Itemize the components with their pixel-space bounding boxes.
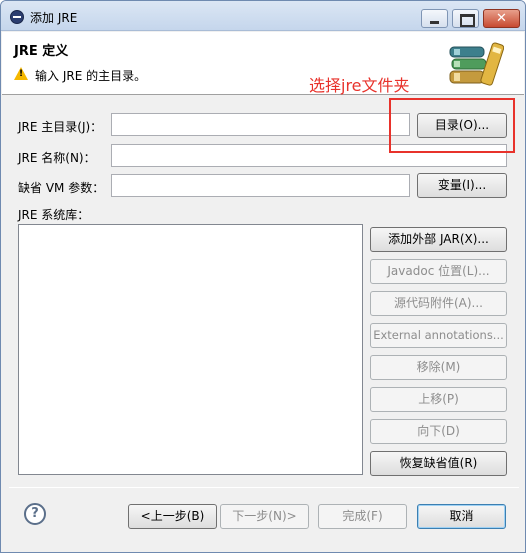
header-banner: JRE 定义 ! 输入 JRE 的主目录。 选择jre文件夹	[2, 32, 524, 95]
jre-home-input[interactable]	[111, 113, 410, 136]
restore-default-button[interactable]: 恢复缺省值(R)	[370, 451, 507, 476]
move-down-button[interactable]: 向下(D)	[370, 419, 507, 444]
jre-home-label: JRE 主目录(J)：	[18, 120, 103, 134]
close-icon: ✕	[496, 11, 507, 26]
move-up-button[interactable]: 上移(P)	[370, 387, 507, 412]
cancel-button[interactable]: 取消	[417, 504, 506, 529]
banner-message: 输入 JRE 的主目录。	[35, 69, 147, 83]
add-external-jar-button[interactable]: 添加外部 JAR(X)...	[370, 227, 507, 252]
banner-title: JRE 定义	[14, 44, 69, 59]
variables-button[interactable]: 变量(I)...	[417, 173, 507, 198]
next-button[interactable]: 下一步(N)>	[220, 504, 309, 529]
vm-args-label: 缺省 VM 参数：	[18, 181, 105, 195]
remove-button[interactable]: 移除(M)	[370, 355, 507, 380]
close-button[interactable]: ✕	[483, 9, 520, 28]
add-jre-dialog: 添加 JRE ✕ JRE 定义 ! 输入 JRE 的主目录。 选择jre文件夹 …	[0, 0, 526, 553]
jre-name-label: JRE 名称(N)：	[18, 151, 96, 165]
maximize-button[interactable]	[452, 9, 479, 28]
library-books-icon	[449, 42, 504, 86]
window-title: 添加 JRE	[30, 11, 78, 25]
annotation-text: 选择jre文件夹	[309, 76, 410, 95]
vm-args-input[interactable]	[111, 174, 410, 197]
help-icon[interactable]: ?	[24, 503, 46, 525]
jre-libraries-label: JRE 系统库：	[18, 208, 90, 222]
minimize-button[interactable]	[421, 9, 448, 28]
annotation-highlight-box	[389, 98, 515, 153]
javadoc-location-button[interactable]: Javadoc 位置(L)...	[370, 259, 507, 284]
eclipse-icon	[10, 10, 24, 24]
source-attachment-button[interactable]: 源代码附件(A)...	[370, 291, 507, 316]
finish-button[interactable]: 完成(F)	[318, 504, 407, 529]
footer-separator	[9, 487, 519, 488]
jre-libraries-list[interactable]	[18, 224, 363, 475]
warning-icon-mark: !	[19, 69, 24, 79]
title-bar: 添加 JRE ✕	[1, 1, 525, 31]
back-button[interactable]: <上一步(B)	[128, 504, 217, 529]
external-annotations-button[interactable]: External annotations...	[370, 323, 507, 348]
